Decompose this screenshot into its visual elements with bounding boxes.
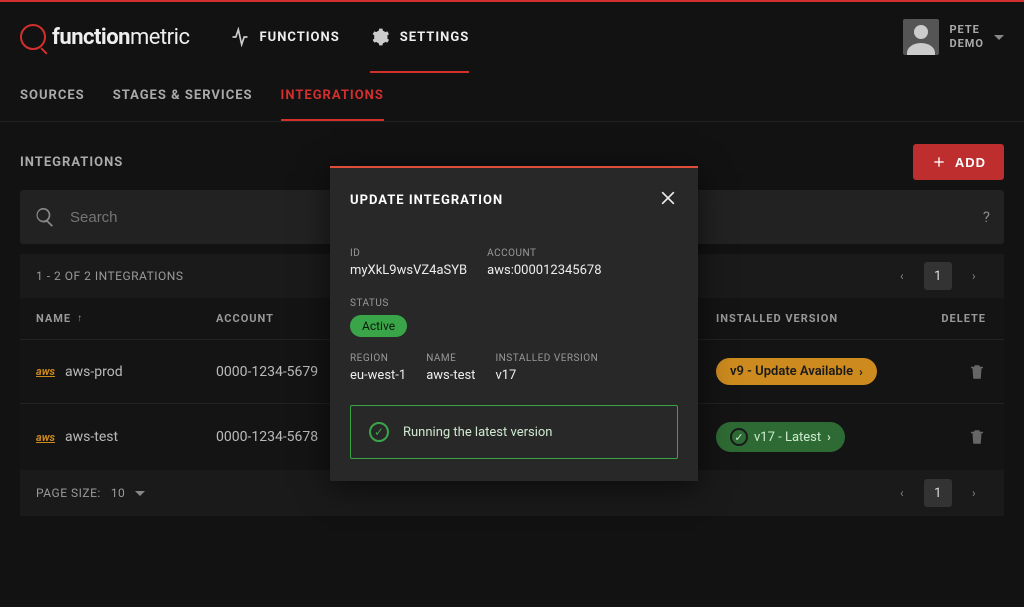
pager-page[interactable]: 1 [924,479,952,507]
chevron-right-icon: › [859,365,863,379]
pager-prev[interactable]: ‹ [888,262,916,290]
version-pill-latest[interactable]: ✓ v17 - Latest › [716,422,845,452]
gear-icon [370,27,390,47]
pager-next[interactable]: › [960,479,988,507]
nav-settings-label: SETTINGS [400,30,470,45]
row-name-cell[interactable]: aws aws-prod [36,364,216,380]
sort-asc-icon: ↑ [77,313,83,324]
latest-version-message: Running the latest version [403,425,552,440]
aws-icon: aws [36,365,55,378]
th-name-label: NAME [36,312,71,325]
field-label: ID [350,248,467,259]
pager-bottom: ‹ 1 › [888,479,988,507]
brand-icon [20,24,46,50]
user-name-line2: DEMO [949,37,984,51]
row-delete [916,428,986,446]
th-delete: DELETE [916,312,986,325]
field-value: aws-test [426,368,475,383]
user-menu[interactable]: PETE DEMO [903,19,1004,55]
chevron-down-icon [994,35,1004,40]
modal-row-2: REGION eu-west-1 NAME aws-test INSTALLED… [350,353,678,383]
field-status: STATUS Active [350,298,407,337]
nav-functions[interactable]: FUNCTIONS [230,27,340,47]
activity-icon [230,27,250,47]
brand-name-1: function [52,25,130,50]
row-delete [916,363,986,381]
field-label: REGION [350,353,406,364]
field-label: STATUS [350,298,407,309]
th-name[interactable]: NAME ↑ [36,312,216,325]
trash-icon[interactable] [968,363,986,381]
chevron-down-icon [135,491,145,496]
field-region: REGION eu-west-1 [350,353,406,383]
plus-icon [931,154,947,170]
page-size-control[interactable]: PAGE SIZE: 10 [36,486,145,500]
version-pill-update[interactable]: v9 - Update Available › [716,358,877,385]
brand-logo[interactable]: functionmetric [20,24,190,50]
page-size-label: PAGE SIZE: [36,486,101,500]
th-installed[interactable]: INSTALLED VERSION [716,312,916,325]
avatar [903,19,939,55]
latest-version-box: ✓ Running the latest version [350,405,678,459]
check-circle-icon: ✓ [730,428,748,446]
table-summary: 1 - 2 OF 2 INTEGRATIONS [36,269,183,283]
field-label: INSTALLED VERSION [495,353,598,364]
row-version: v9 - Update Available › [716,358,916,385]
aws-icon: aws [36,431,55,444]
chevron-right-icon: › [827,430,831,444]
field-name: NAME aws-test [426,353,475,383]
version-label: v9 - Update Available [730,364,853,379]
modal-row-1: ID myXkL9wsVZ4aSYB ACCOUNT aws:000012345… [350,248,678,337]
nav-functions-label: FUNCTIONS [260,30,340,45]
row-name: aws-test [65,429,118,445]
check-circle-icon: ✓ [369,422,389,442]
trash-icon[interactable] [968,428,986,446]
page-size-value: 10 [111,486,126,500]
add-button-label: ADD [955,155,986,170]
pager-top: ‹ 1 › [888,262,988,290]
top-bar: functionmetric FUNCTIONS SETTINGS PETE D… [0,0,1024,72]
modal-title: UPDATE INTEGRATION [350,193,503,208]
user-name: PETE DEMO [949,23,984,52]
status-pill: Active [350,315,407,337]
close-icon [658,188,678,208]
field-account: ACCOUNT aws:000012345678 [487,248,601,278]
tab-stages-services[interactable]: STAGES & SERVICES [113,72,253,121]
pager-page[interactable]: 1 [924,262,952,290]
field-label: NAME [426,353,475,364]
pager-prev[interactable]: ‹ [888,479,916,507]
help-button[interactable]: ? [983,208,990,226]
tab-sources[interactable]: SOURCES [20,72,85,121]
page-title: INTEGRATIONS [20,155,123,170]
modal-body: ID myXkL9wsVZ4aSYB ACCOUNT aws:000012345… [330,226,698,481]
brand-name-2: metric [130,25,189,50]
field-label: ACCOUNT [487,248,601,259]
field-installed: INSTALLED VERSION v17 [495,353,598,383]
version-label: v17 - Latest [754,430,821,445]
add-button[interactable]: ADD [913,144,1004,180]
field-value: v17 [495,368,598,383]
update-integration-modal: UPDATE INTEGRATION ID myXkL9wsVZ4aSYB AC… [330,166,698,481]
search-icon [34,206,56,228]
field-value: aws:000012345678 [487,263,601,278]
field-value: myXkL9wsVZ4aSYB [350,263,467,278]
modal-header: UPDATE INTEGRATION [330,168,698,226]
pager-next[interactable]: › [960,262,988,290]
row-name-cell[interactable]: aws aws-test [36,429,216,445]
tab-integrations[interactable]: INTEGRATIONS [281,72,384,121]
user-name-line1: PETE [949,23,984,37]
field-value: eu-west-1 [350,368,406,383]
sub-nav: SOURCES STAGES & SERVICES INTEGRATIONS [0,72,1024,122]
main-nav: FUNCTIONS SETTINGS [230,27,470,47]
field-id: ID myXkL9wsVZ4aSYB [350,248,467,278]
row-version: ✓ v17 - Latest › [716,422,916,452]
modal-close-button[interactable] [658,188,678,212]
nav-settings[interactable]: SETTINGS [370,3,470,73]
row-name: aws-prod [65,364,123,380]
